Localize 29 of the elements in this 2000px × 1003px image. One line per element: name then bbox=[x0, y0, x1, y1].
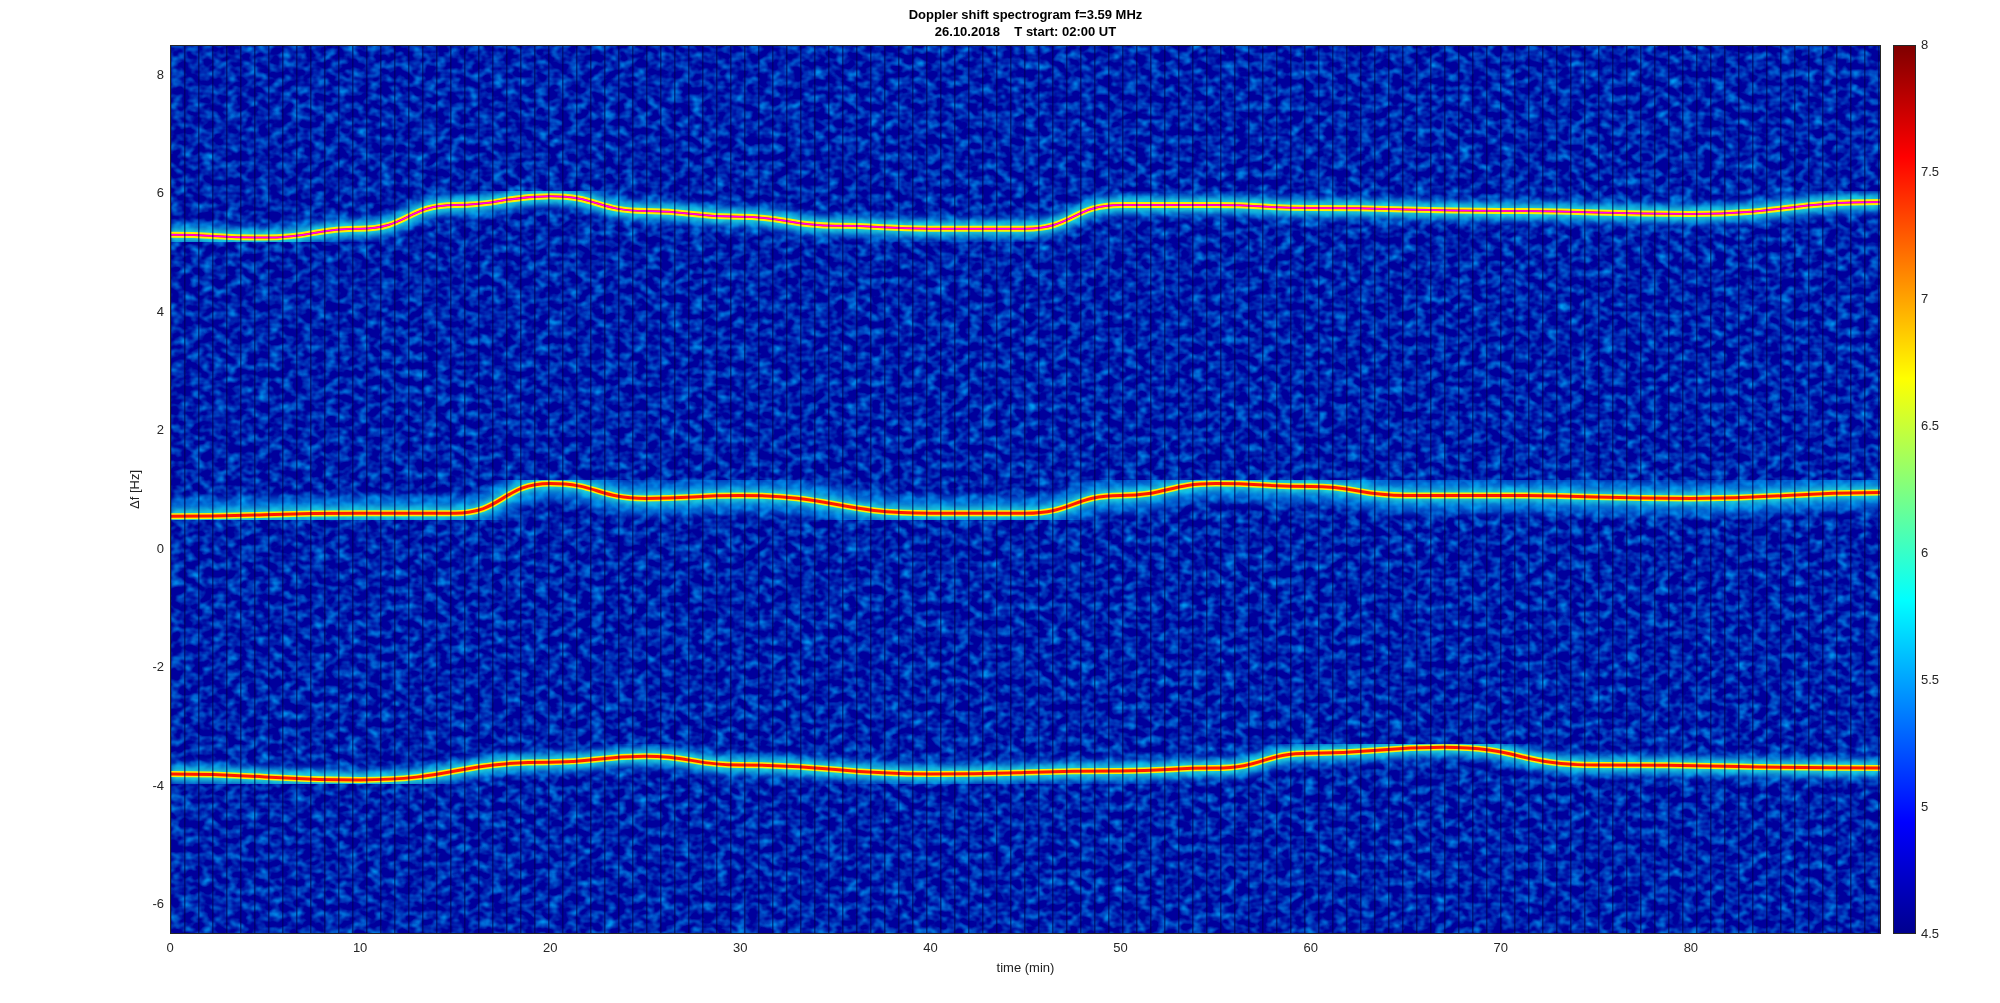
x-tick-label: 80 bbox=[1683, 941, 1699, 955]
colorbar-tick-label: 6.5 bbox=[1921, 419, 1940, 433]
x-tick-label: 20 bbox=[543, 941, 558, 955]
y-tick-label: 2 bbox=[156, 423, 164, 438]
y-axis-label: Δf [Hz] bbox=[127, 470, 143, 509]
y-tick-label: -6 bbox=[152, 897, 164, 912]
colorbar-tick-label: 6 bbox=[1921, 546, 1929, 560]
x-axis-label: time (min) bbox=[996, 960, 1055, 975]
y-tick-label: 6 bbox=[156, 186, 164, 201]
y-tick-label: 4 bbox=[156, 304, 164, 319]
x-tick-label: 50 bbox=[1113, 941, 1128, 955]
x-tick-label: 40 bbox=[923, 941, 938, 955]
x-tick-label: 10 bbox=[352, 941, 368, 955]
colorbar-tick-label: 5 bbox=[1921, 800, 1929, 814]
x-tick-label: 30 bbox=[733, 941, 748, 955]
colorbar-tick-label: 4.5 bbox=[1921, 927, 1940, 941]
x-tick-label: 70 bbox=[1493, 941, 1508, 955]
colorbar-tick-label: 5.5 bbox=[1921, 673, 1940, 687]
y-tick-label: 8 bbox=[156, 67, 164, 82]
colorbar-tick-label: 7 bbox=[1921, 292, 1929, 306]
x-tick-label: 60 bbox=[1303, 941, 1318, 955]
colorbar-tick-label: 8 bbox=[1921, 38, 1929, 52]
chart-title: 26.10.2018 T start: 02:00 UT bbox=[934, 22, 1117, 40]
y-tick-label: 0 bbox=[156, 541, 164, 556]
y-tick-label: -2 bbox=[152, 660, 164, 675]
y-tick-label: -4 bbox=[152, 778, 164, 793]
chart-title: Doppler shift spectrogram f=3.59 MHz bbox=[908, 5, 1143, 23]
x-tick-label: 0 bbox=[166, 941, 174, 955]
colorbar-tick-label: 7.5 bbox=[1921, 165, 1940, 179]
